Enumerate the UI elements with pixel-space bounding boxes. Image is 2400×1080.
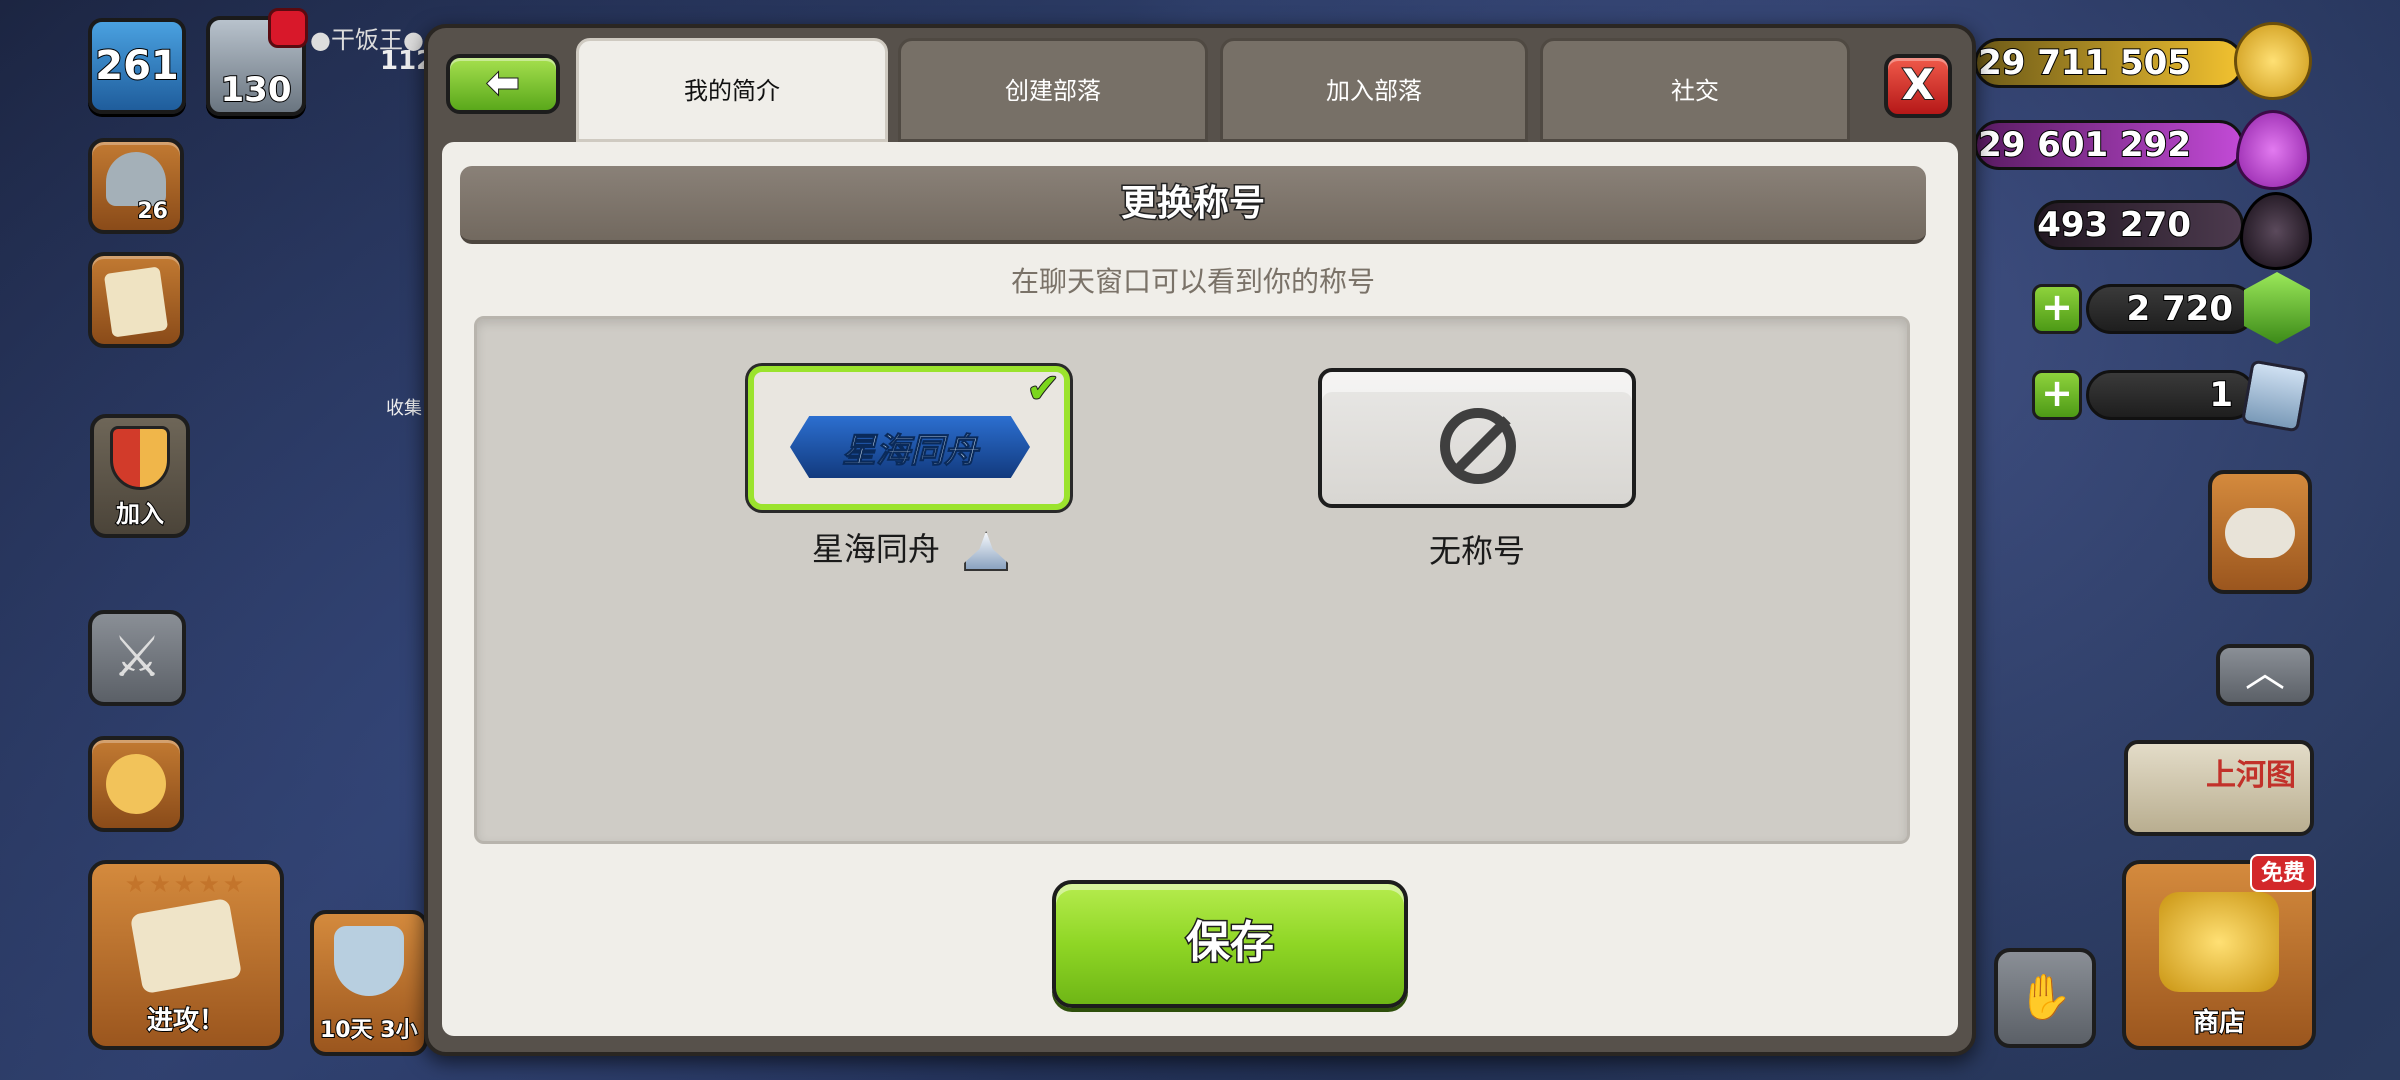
- xp-level-badge[interactable]: 261: [88, 18, 186, 114]
- option-label-xinghai: 星海同舟: [700, 524, 1120, 571]
- option-label-none: 无称号: [1428, 532, 1525, 570]
- expand-up-button[interactable]: ︿: [2216, 644, 2314, 706]
- collect-label: 收集: [386, 398, 422, 419]
- shield-icon: [110, 426, 170, 490]
- save-label: 保存: [1185, 916, 1276, 970]
- tasks-button[interactable]: [88, 252, 184, 348]
- battle-log-button[interactable]: ⚔: [88, 610, 186, 706]
- builder-base-button[interactable]: 26: [88, 138, 184, 234]
- xp-level: 261: [94, 42, 180, 90]
- badge-text: 星海同舟: [842, 430, 979, 471]
- tab-my-profile[interactable]: 我的简介: [576, 38, 888, 142]
- event-button[interactable]: 上河图: [2124, 740, 2314, 836]
- back-button[interactable]: ⬅: [446, 54, 560, 114]
- chevron-up-icon: ︿: [2245, 650, 2285, 696]
- dark-elixir-bar: 493 270: [2034, 200, 2244, 250]
- helmet-icon: [106, 152, 166, 206]
- builder-level: 26: [136, 198, 169, 225]
- tab-join-clan[interactable]: 加入部落: [1220, 38, 1528, 142]
- coins-hammer-icon: [2159, 892, 2279, 992]
- dark-elixir-amount: 493 270: [2036, 204, 2192, 246]
- tab-label: 加入部落: [1326, 77, 1422, 105]
- map-icon: [129, 897, 243, 995]
- army-button[interactable]: [88, 736, 184, 832]
- free-badge: 免费: [2250, 854, 2316, 892]
- gold-amount: 29 711 505: [1977, 42, 2192, 84]
- notification-dot: [268, 8, 308, 48]
- section-title: 更换称号: [1119, 182, 1266, 226]
- attack-label: 进攻！: [146, 1005, 226, 1037]
- shield-timer-button[interactable]: 10天 3小: [310, 910, 428, 1056]
- tab-label: 我的简介: [684, 77, 780, 105]
- join-label: 加入: [115, 499, 165, 529]
- close-button[interactable]: X: [1884, 54, 1952, 118]
- gold-bar: 29 711 505: [1974, 38, 2244, 88]
- move-hand-icon: ✋: [2017, 972, 2073, 1023]
- handshake-icon: [2225, 508, 2295, 558]
- elixir-bar: 29 601 292: [1974, 120, 2244, 170]
- title-option-xinghai[interactable]: 星海同舟 ✔: [748, 365, 1070, 510]
- tickets-bar: 1: [2086, 370, 2256, 420]
- attack-button[interactable]: ★★★★★ 进攻！: [88, 860, 284, 1050]
- crossed-swords-icon: ⚔: [111, 625, 163, 690]
- gold-coin-icon: [2234, 22, 2312, 100]
- barbarian-face-icon: [106, 754, 166, 814]
- tab-label: 社交: [1671, 77, 1719, 105]
- trophy-count: 130: [220, 69, 293, 111]
- save-button[interactable]: 保存: [1052, 880, 1408, 1008]
- event-label: 上河图: [2206, 758, 2296, 793]
- title-option-none[interactable]: [1318, 368, 1636, 508]
- tickets-amount: 1: [2208, 374, 2234, 416]
- arrow-left-icon: ⬅: [485, 59, 521, 107]
- layout-edit-button[interactable]: ✋: [1994, 948, 2096, 1048]
- elixir-drop-icon: [2236, 110, 2310, 190]
- gems-bar: 2 720: [2086, 284, 2256, 334]
- gem-icon: [2244, 272, 2310, 344]
- dark-elixir-drop-icon: [2240, 192, 2312, 270]
- section-subtitle: 在聊天窗口可以看到你的称号: [1010, 265, 1375, 298]
- gems-amount: 2 720: [2126, 288, 2234, 330]
- medkit-shield-icon: [334, 926, 404, 996]
- tab-create-clan[interactable]: 创建部落: [898, 38, 1208, 142]
- spaceship-icon: [964, 531, 1009, 571]
- shop-label: 商店: [2192, 1007, 2246, 1039]
- elixir-amount: 29 601 292: [1977, 124, 2192, 166]
- clan-join-button[interactable]: 加入: [90, 414, 190, 538]
- buy-gems-button[interactable]: +: [2032, 284, 2082, 334]
- buy-tickets-button[interactable]: +: [2032, 370, 2082, 420]
- clipboard-icon: [103, 266, 169, 338]
- friend-button[interactable]: [2208, 470, 2312, 594]
- ticket-icon: [2240, 359, 2310, 433]
- tab-social[interactable]: 社交: [1540, 38, 1850, 142]
- tab-label: 创建部落: [1005, 77, 1101, 105]
- section-header: 更换称号: [460, 166, 1926, 244]
- option-label: 星海同舟: [811, 530, 940, 568]
- close-icon: X: [1901, 59, 1935, 110]
- shield-timer: 10天 3小: [319, 1017, 419, 1044]
- stars-rating: ★★★★★: [124, 870, 248, 898]
- checkmark-icon: ✔: [1025, 365, 1060, 413]
- title-options-panel: [474, 316, 1910, 844]
- xinghai-title-badge: 星海同舟: [790, 416, 1030, 478]
- no-entry-icon: [1440, 408, 1516, 484]
